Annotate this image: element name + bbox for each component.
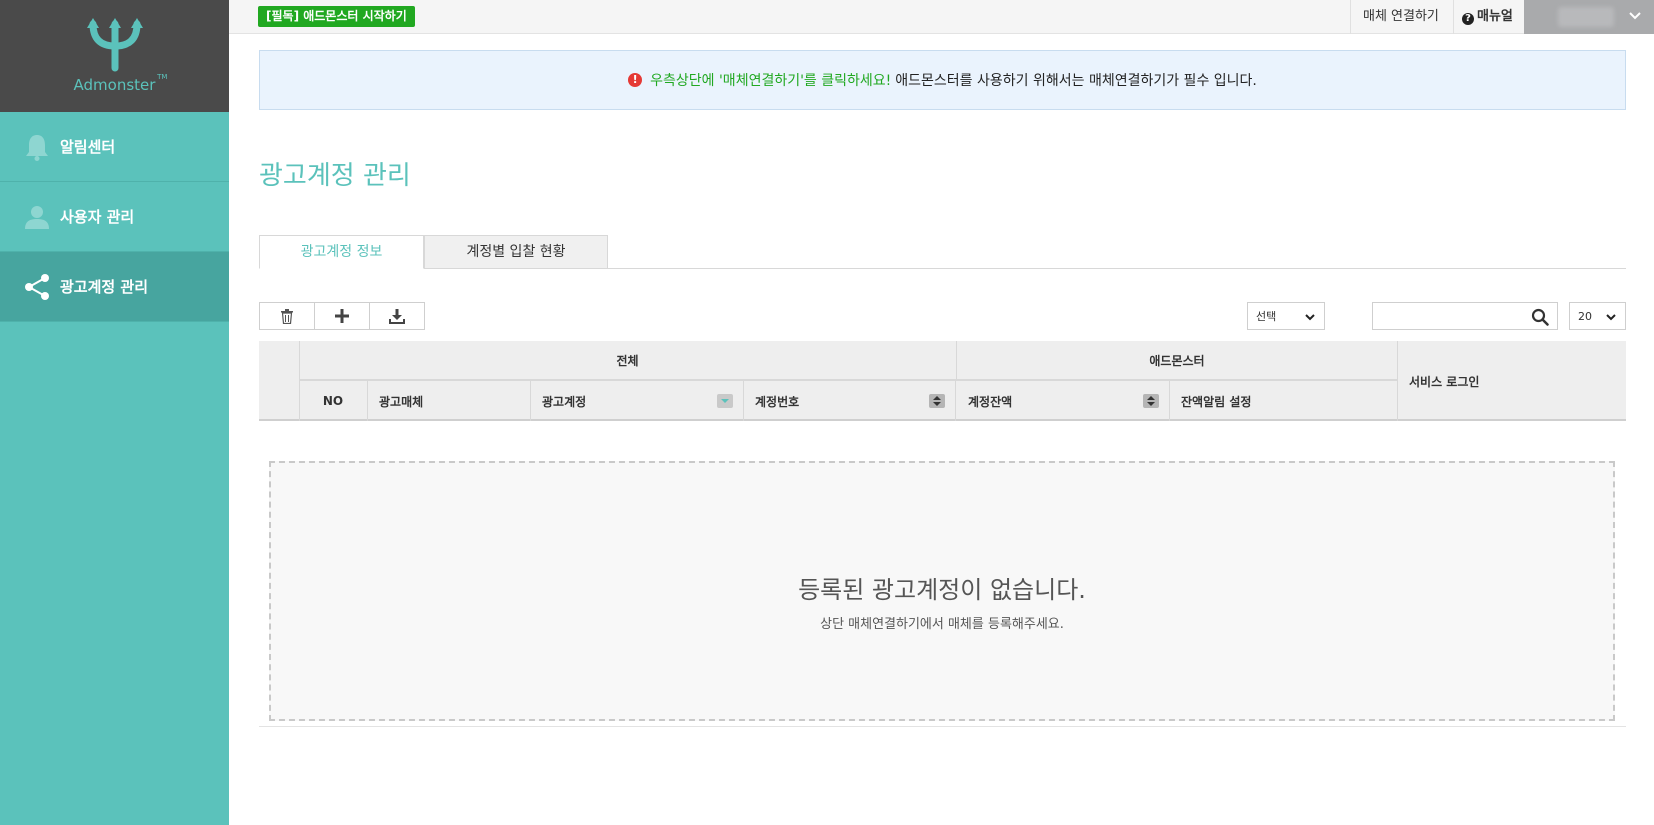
tab-bar: 광고계정 정보 계정별 입찰 현황 <box>259 235 1626 269</box>
sidebar-item-notification-center[interactable]: 알림센터 <box>0 112 229 182</box>
action-toolbar <box>259 302 425 330</box>
download-icon <box>389 308 405 324</box>
bell-icon <box>22 132 52 162</box>
delete-button[interactable] <box>259 302 315 330</box>
table-header: 전체 애드몬스터 서비스 로그인 NO 광고매체 광고계정 계정번호 계정잔액 … <box>259 341 1626 421</box>
sort-down-icon[interactable] <box>717 394 733 408</box>
sidebar-item-ad-account-management[interactable]: 광고계정 관리 <box>0 252 229 322</box>
sidebar-item-user-management[interactable]: 사용자 관리 <box>0 182 229 252</box>
top-bar: [필독] 애드몬스터 시작하기 매체 연결하기 ? 매뉴얼 <box>229 0 1654 34</box>
brand-name-text: Admonster <box>73 76 156 94</box>
group-header-all: 전체 <box>299 341 956 381</box>
notice-banner: ! 우측상단에 '매체연결하기'를 클릭하세요! 애드몬스터를 사용하기 위해서… <box>259 50 1626 110</box>
empty-state: 등록된 광고계정이 없습니다. 상단 매체연결하기에서 매체를 등록해주세요. <box>269 461 1615 721</box>
user-name-redacted <box>1558 7 1614 27</box>
manual-label: 매뉴얼 <box>1477 9 1513 24</box>
sort-icon[interactable] <box>1143 394 1159 408</box>
sidebar-item-label: 알림센터 <box>60 138 116 156</box>
tab-bid-status-by-account[interactable]: 계정별 입찰 현황 <box>424 235 608 269</box>
column-header-account-number[interactable]: 계정번호 <box>744 381 956 421</box>
trash-icon <box>281 308 293 324</box>
table-body: 등록된 광고계정이 없습니다. 상단 매체연결하기에서 매체를 등록해주세요. <box>259 437 1626 727</box>
download-button[interactable] <box>369 302 425 330</box>
column-header-ad-media[interactable]: 광고매체 <box>368 381 531 421</box>
chevron-down-icon <box>1629 12 1641 20</box>
empty-state-title: 등록된 광고계정이 없습니다. <box>798 576 1086 604</box>
page-title: 광고계정 관리 <box>259 161 411 191</box>
alert-icon: ! <box>628 73 643 87</box>
chevron-down-icon <box>1606 314 1616 321</box>
column-header-balance-alert-setting[interactable]: 잔액알림 설정 <box>1170 381 1397 421</box>
filter-select[interactable]: 선택 <box>1247 302 1325 330</box>
filter-select-value: 선택 <box>1256 310 1277 323</box>
trident-logo-icon <box>86 18 143 72</box>
connect-media-link[interactable]: 매체 연결하기 <box>1350 0 1453 34</box>
sort-icon[interactable] <box>929 394 945 408</box>
column-header-service-login: 서비스 로그인 <box>1409 374 1480 389</box>
column-header-label: 계정잔액 <box>968 394 1013 409</box>
sidebar-item-label: 광고계정 관리 <box>60 278 149 296</box>
column-header-label: 계정번호 <box>755 394 800 409</box>
sidebar-item-label: 사용자 관리 <box>60 208 135 226</box>
page-size-select[interactable]: 20 <box>1569 302 1626 330</box>
column-header-account-balance[interactable]: 계정잔액 <box>957 381 1170 421</box>
manual-link[interactable]: ? 매뉴얼 <box>1453 0 1524 34</box>
group-header-admonster: 애드몬스터 <box>957 341 1397 381</box>
column-header-label: 광고계정 <box>542 394 587 409</box>
brand-tm: TM <box>157 73 168 81</box>
brand-name: Admonster TM <box>73 73 168 94</box>
empty-state-subtitle: 상단 매체연결하기에서 매체를 등록해주세요. <box>820 617 1064 632</box>
add-button[interactable] <box>314 302 370 330</box>
sidebar: Admonster TM 알림센터 사용자 관리 광고계정 관리 <box>0 0 229 825</box>
page-size-value: 20 <box>1578 309 1592 323</box>
notice-highlight: 우측상단에 '매체연결하기'를 클릭하세요! <box>650 73 892 89</box>
user-menu[interactable] <box>1524 0 1654 34</box>
search-input[interactable] <box>1372 302 1558 330</box>
tab-ad-account-info[interactable]: 광고계정 정보 <box>259 235 424 269</box>
chevron-down-icon <box>1305 314 1315 321</box>
plus-icon <box>335 309 349 323</box>
notice-message: 애드몬스터를 사용하기 위해서는 매체연결하기가 필수 입니다. <box>895 73 1257 89</box>
share-icon <box>22 272 52 302</box>
getting-started-button[interactable]: [필독] 애드몬스터 시작하기 <box>258 6 415 27</box>
user-icon <box>22 202 52 232</box>
logo[interactable]: Admonster TM <box>0 0 229 112</box>
question-circle-icon: ? <box>1462 13 1474 25</box>
search-icon[interactable] <box>1531 308 1549 326</box>
column-header-no[interactable]: NO <box>299 381 368 421</box>
column-header-ad-account[interactable]: 광고계정 <box>531 381 744 421</box>
